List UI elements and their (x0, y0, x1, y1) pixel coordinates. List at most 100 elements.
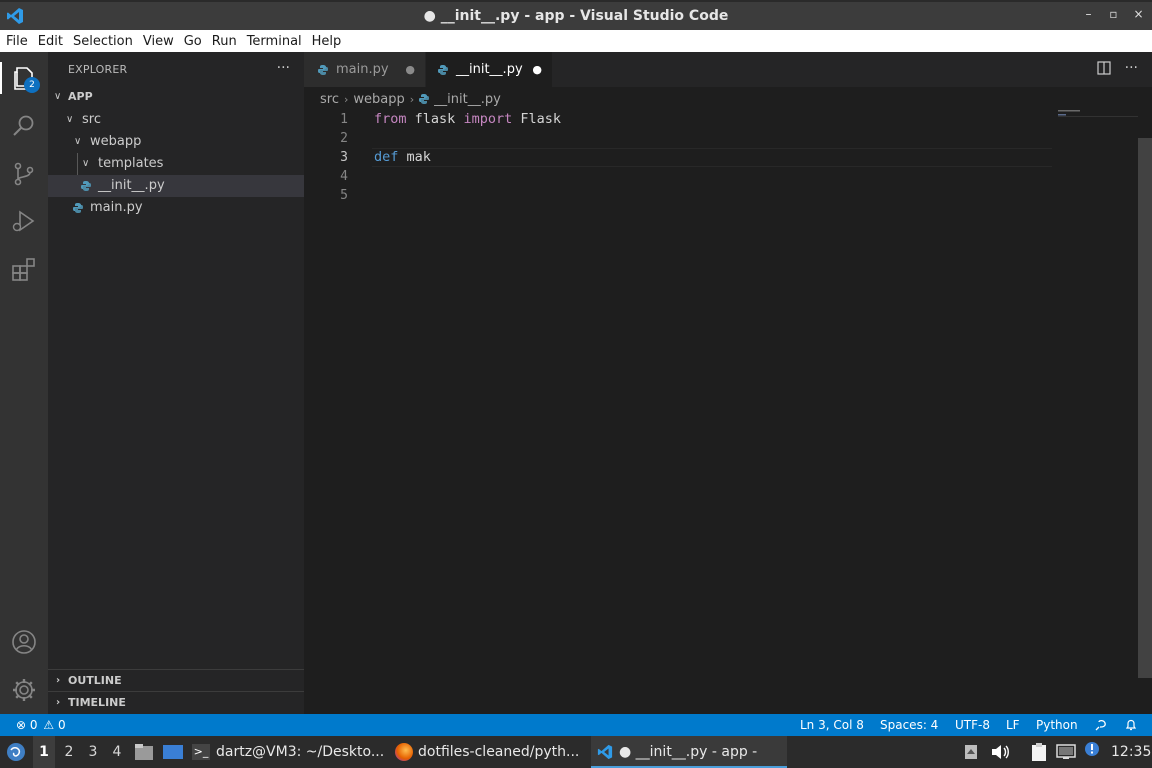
line-number: 1 (340, 112, 348, 127)
line-number: 4 (340, 169, 348, 184)
menu-selection[interactable]: Selection (73, 34, 133, 49)
workspace-2[interactable]: 2 (58, 736, 80, 768)
vscode-logo-icon (597, 744, 613, 760)
breadcrumb-init[interactable]: __init__.py (434, 92, 501, 107)
tab-init-py[interactable]: __init__.py ● (426, 52, 552, 87)
chevron-down-icon: ∨ (74, 136, 82, 147)
breadcrumb: src › webapp › __init__.py (320, 90, 501, 108)
task-vscode-label: ● __init__.py - app - Vi... (619, 744, 758, 760)
python-file-icon (419, 94, 430, 104)
cursor-position[interactable]: Ln 3, Col 8 (800, 714, 864, 736)
volume-icon[interactable] (990, 743, 1010, 761)
menu-file[interactable]: File (6, 34, 28, 49)
show-desktop-icon[interactable] (162, 744, 184, 760)
problems-indicator[interactable]: ⊗ 0 ⚠ 0 (16, 714, 66, 736)
workspace-1[interactable]: 1 (33, 736, 55, 768)
tab-main-py[interactable]: main.py ● (304, 52, 425, 87)
clock[interactable]: 12:35 (1111, 736, 1151, 768)
language-mode[interactable]: Python (1036, 714, 1078, 736)
unsaved-dot-icon[interactable]: ● (532, 52, 542, 87)
start-menu-icon[interactable] (6, 742, 26, 762)
task-terminal-label: dartz@VM3: ~/Deskto... (216, 744, 385, 760)
line-number: 5 (340, 188, 348, 203)
window-title: ● __init__.py - app - Visual Studio Code (423, 8, 729, 24)
tab-label: main.py (336, 62, 389, 77)
tab-label: __init__.py (456, 62, 523, 77)
close-icon[interactable]: × (1133, 7, 1144, 21)
encoding[interactable]: UTF-8 (955, 714, 990, 736)
updates-alert-icon[interactable] (1084, 741, 1100, 759)
menu-run[interactable]: Run (212, 34, 237, 49)
chevron-down-icon: ∨ (82, 158, 90, 169)
tree-file-main[interactable]: main.py (48, 197, 304, 219)
menu-help[interactable]: Help (312, 34, 342, 49)
menu-go[interactable]: Go (184, 34, 202, 49)
breadcrumb-src[interactable]: src (320, 92, 339, 107)
imported-name: Flask (520, 111, 561, 127)
settings-gear-icon[interactable] (10, 676, 38, 704)
editor-tabs: main.py ● __init__.py ● ··· (304, 52, 1152, 87)
code-line-1: from flask import Flask (374, 110, 561, 129)
function-name: mak (406, 149, 431, 165)
search-icon[interactable] (10, 112, 38, 140)
extensions-icon[interactable] (10, 255, 38, 283)
keyword-def: def (374, 149, 399, 165)
menu-view[interactable]: View (143, 34, 174, 49)
network-icon[interactable] (1056, 743, 1076, 761)
source-control-icon[interactable] (10, 160, 38, 188)
tree-folder-webapp[interactable]: ∨ webapp (48, 131, 304, 153)
unsaved-dot-icon[interactable]: ● (405, 52, 415, 87)
warning-count: 0 (57, 718, 66, 732)
minimize-icon[interactable]: – (1083, 7, 1094, 21)
activity-bar: 2 (0, 52, 48, 714)
workspace-4[interactable]: 4 (106, 736, 128, 768)
line-number: 2 (340, 131, 348, 146)
end-of-line[interactable]: LF (1006, 714, 1020, 736)
tree-folder-templates[interactable]: ∨ templates (48, 153, 304, 175)
menu-bar: File Edit Selection View Go Run Terminal… (0, 30, 1152, 52)
split-editor-icon[interactable] (1097, 61, 1111, 75)
breadcrumb-webapp[interactable]: webapp (353, 92, 404, 107)
title-bar: ● __init__.py - app - Visual Studio Code… (0, 0, 1152, 30)
account-icon[interactable] (10, 628, 38, 656)
menu-edit[interactable]: Edit (38, 34, 63, 49)
tray-up-icon[interactable] (964, 744, 978, 760)
task-firefox[interactable]: dotfiles-cleaned/pyth... (395, 736, 589, 768)
more-actions-icon[interactable]: ··· (1125, 61, 1138, 75)
keyword-from: from (374, 111, 407, 127)
file-manager-icon[interactable] (134, 743, 154, 761)
chevron-right-icon: › (56, 697, 61, 708)
maximize-icon[interactable]: ▫ (1108, 7, 1119, 21)
chevron-right-icon: › (343, 92, 349, 106)
python-file-icon (81, 181, 91, 191)
menu-terminal[interactable]: Terminal (247, 34, 302, 49)
clipboard-icon[interactable] (1030, 742, 1048, 762)
status-bar: ⊗ 0 ⚠ 0 Ln 3, Col 8 Spaces: 4 UTF-8 LF P… (0, 714, 1152, 736)
tree-folder-src[interactable]: ∨ src (48, 109, 304, 131)
tree-file-init[interactable]: __init__.py (48, 175, 304, 197)
module-name: flask (414, 111, 456, 127)
python-file-icon (73, 203, 83, 213)
python-file-icon (318, 65, 328, 75)
feedback-icon[interactable] (1094, 718, 1108, 732)
explorer-sidebar: EXPLORER ··· ∨ APP ∨ src ∨ webapp ∨ temp… (48, 52, 304, 714)
code-editor[interactable]: 1 2 3 4 5 from flask import Flask def ma… (304, 108, 1152, 714)
notifications-bell-icon[interactable] (1124, 718, 1138, 732)
keyword-import: import (463, 111, 513, 127)
task-terminal[interactable]: >_ dartz@VM3: ~/Deskto... (192, 736, 388, 768)
explorer-more-actions-icon[interactable]: ··· (277, 60, 290, 76)
tree-root-app[interactable]: ∨ APP (48, 86, 304, 108)
chevron-down-icon: ∨ (54, 91, 62, 102)
editor-scrollbar[interactable] (1138, 138, 1152, 678)
code-line-3: def mak (374, 148, 431, 167)
current-line-highlight (372, 148, 1052, 167)
task-vscode[interactable]: ● __init__.py - app - Vi... (597, 736, 787, 768)
os-taskbar: 1 2 3 4 >_ dartz@VM3: ~/Deskto... dotfile… (0, 736, 1152, 768)
run-debug-icon[interactable] (10, 207, 38, 235)
timeline-section[interactable]: › TIMELINE (48, 691, 304, 713)
workspace-3[interactable]: 3 (82, 736, 104, 768)
minimap[interactable] (1058, 108, 1138, 118)
indentation[interactable]: Spaces: 4 (880, 714, 938, 736)
outline-section[interactable]: › OUTLINE (48, 669, 304, 691)
error-icon: ⊗ (16, 718, 27, 732)
